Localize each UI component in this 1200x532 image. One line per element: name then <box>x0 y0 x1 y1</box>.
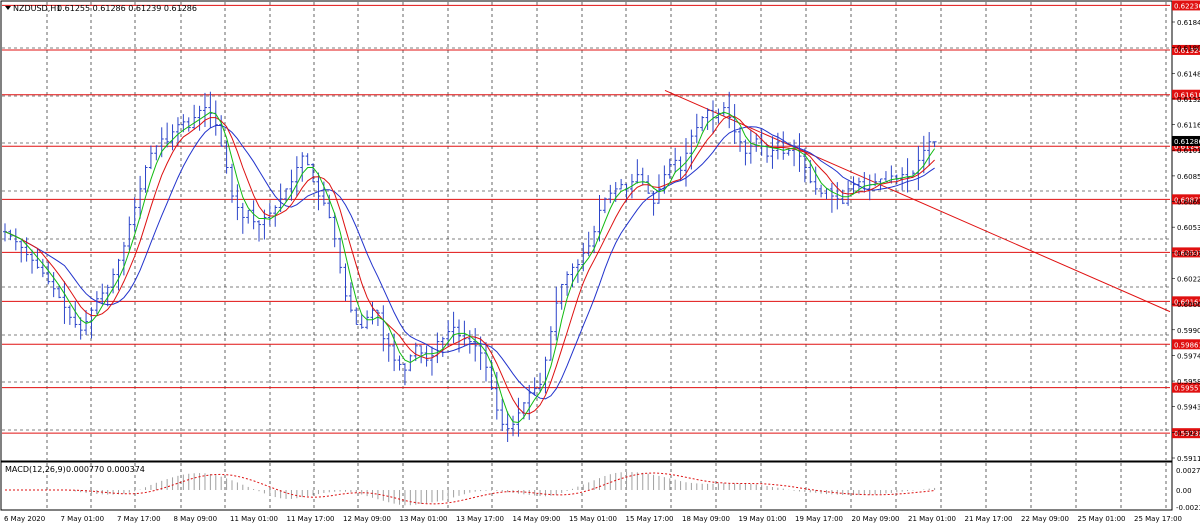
macd-scale-0: 0.002743 <box>1176 467 1200 475</box>
price-tick-8: 0.60535 <box>1177 224 1200 232</box>
price-tick-10: 0.60220 <box>1177 275 1200 283</box>
time-label-15: 20 May 09:00 <box>852 515 900 523</box>
time-axis: 6 May 2020 7 May 01:00 7 May 17:00 8 May 09… <box>4 515 1182 523</box>
price-tick-1: 0.61800 <box>1177 45 1200 53</box>
time-label-4: 11 May 01:00 <box>230 515 278 523</box>
time-label-1: 7 May 01:00 <box>61 515 105 523</box>
time-label-3: 8 May 09:00 <box>174 515 218 523</box>
price-tick-11: 0.60060 <box>1177 301 1200 309</box>
price-tick-15: 0.59430 <box>1177 404 1200 412</box>
current-price-label: 0.61286 <box>1174 138 1200 146</box>
time-label-0: 6 May 2020 <box>4 515 45 523</box>
price-tick-13: 0.59745 <box>1177 352 1200 360</box>
macd-label: MACD(12,26,9) <box>5 465 66 474</box>
level-tag-label-7: 0.59861 <box>1174 341 1200 349</box>
time-label-19: 25 May 01:00 <box>1078 515 1126 523</box>
price-tick-17: 0.59110 <box>1177 455 1200 463</box>
indicator-frame <box>0 461 1173 511</box>
price-tick-7: 0.60690 <box>1177 199 1200 207</box>
trading-chart-window[interactable]: 0.622360.619240.616100.612490.608770.605… <box>0 0 1200 527</box>
ohlc-values: 0.61255 0.61286 0.61239 0.61286 <box>57 4 197 13</box>
time-label-11: 15 May 17:00 <box>626 515 674 523</box>
time-label-12: 18 May 09:00 <box>682 515 730 523</box>
time-label-17: 21 May 17:00 <box>965 515 1013 523</box>
time-label-7: 13 May 01:00 <box>400 515 448 523</box>
time-label-13: 19 May 01:00 <box>739 515 787 523</box>
price-chart[interactable]: 0.622360.619240.616100.612490.608770.605… <box>0 0 1200 527</box>
time-label-6: 12 May 09:00 <box>343 515 391 523</box>
time-label-2: 7 May 17:00 <box>117 515 161 523</box>
price-tick-6: 0.60850 <box>1177 173 1200 181</box>
symbol-label: NZDUSD,H1 <box>13 4 61 13</box>
price-tick-12: 0.59900 <box>1177 327 1200 335</box>
time-label-9: 14 May 09:00 <box>513 515 561 523</box>
macd-scale-2: -0.00233 <box>1176 504 1200 512</box>
price-tick-14: 0.59585 <box>1177 378 1200 386</box>
price-tick-2: 0.61480 <box>1177 70 1200 78</box>
macd-values: 0.000770 0.000374 <box>66 465 145 474</box>
macd-scale-1: 0.00 <box>1176 487 1192 495</box>
time-label-14: 19 May 17:00 <box>795 515 843 523</box>
time-label-8: 13 May 17:00 <box>456 515 504 523</box>
time-label-10: 15 May 01:00 <box>569 515 617 523</box>
level-tag-label-0: 0.62236 <box>1174 2 1200 10</box>
time-label-20: 25 May 17:00 <box>1134 515 1182 523</box>
price-tick-3: 0.61325 <box>1177 96 1200 104</box>
main-chart-frame <box>0 0 1173 462</box>
time-label-16: 21 May 01:00 <box>908 515 956 523</box>
time-label-18: 22 May 09:00 <box>1021 515 1069 523</box>
price-axis: 0.622360.619240.616100.612490.608770.605… <box>1172 0 1200 512</box>
price-tick-4: 0.61165 <box>1177 122 1200 130</box>
price-tick-0: 0.61845 <box>1177 19 1200 27</box>
price-tick-5: 0.61010 <box>1177 147 1200 155</box>
price-tick-9: 0.60375 <box>1177 250 1200 258</box>
price-tick-16: 0.59270 <box>1177 429 1200 437</box>
time-label-5: 11 May 17:00 <box>287 515 335 523</box>
